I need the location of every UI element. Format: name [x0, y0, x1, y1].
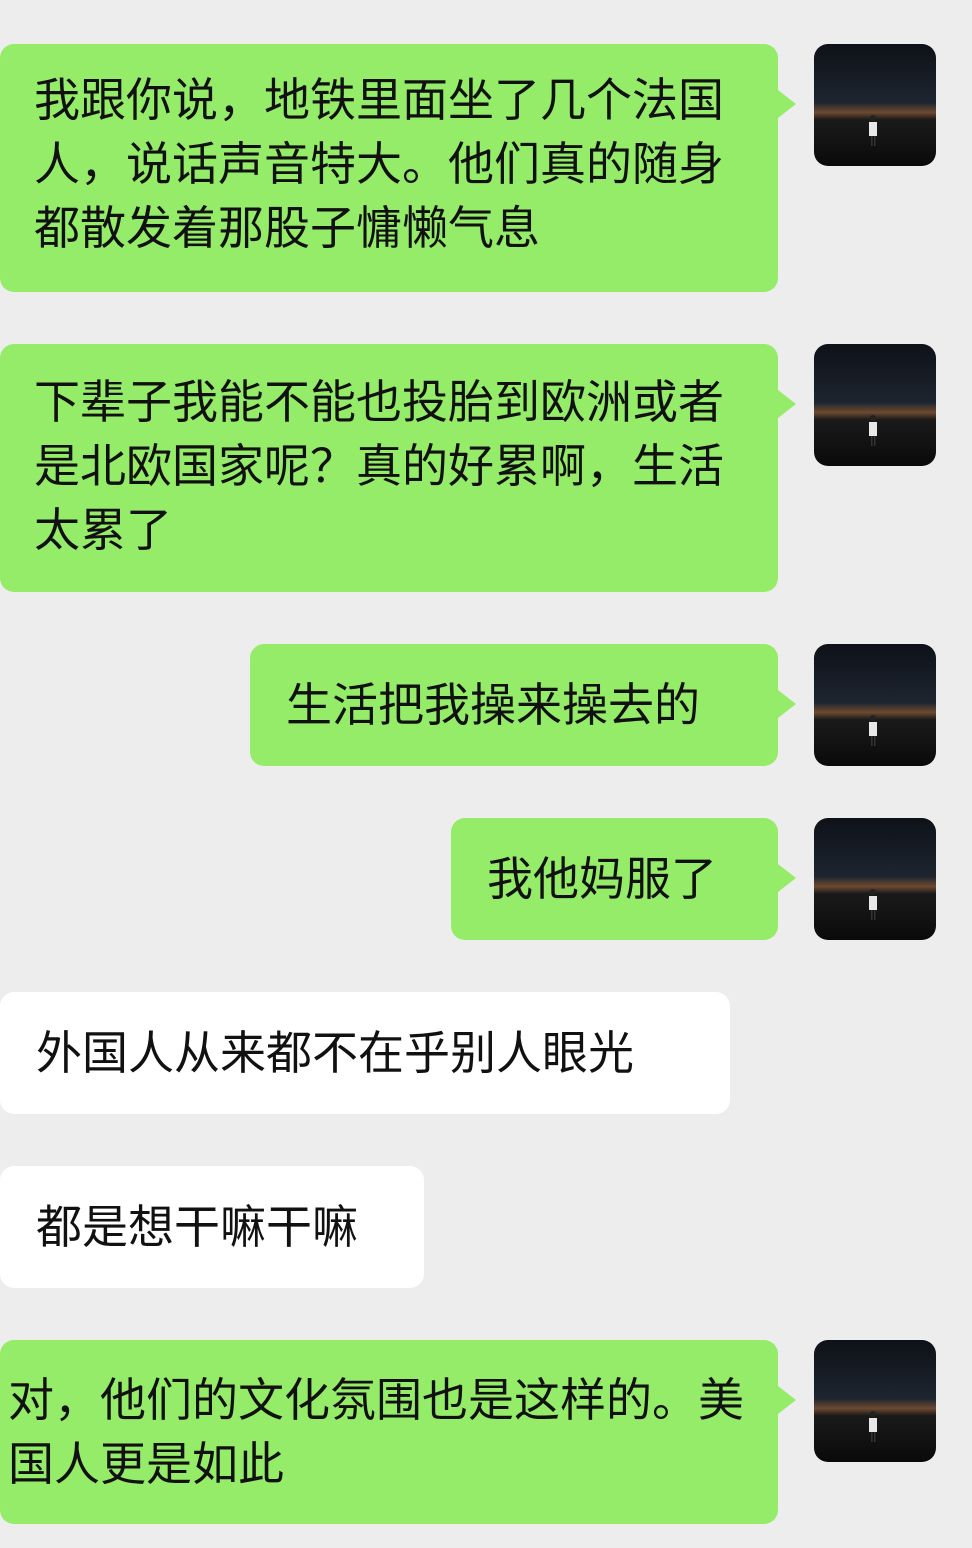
night-sky-figure-avatar-icon: [814, 818, 936, 940]
bubble-tail: [778, 1386, 796, 1414]
night-sky-figure-avatar-icon: [814, 1340, 936, 1462]
message-text: 我跟你说，地铁里面坐了几个法国人，说话声音特大。他们真的随身都散发着那股子慵懒气…: [34, 73, 724, 255]
message-text: 都是想干嘛干嘛: [36, 1200, 358, 1254]
user-avatar[interactable]: [814, 644, 936, 766]
night-sky-figure-avatar-icon: [814, 644, 936, 766]
message-text: 对，他们的文化氛围也是这样的。美国人更是如此: [8, 1373, 744, 1491]
message-text: 下辈子我能不能也投胎到欧洲或者是北欧国家呢？真的好累啊，生活太累了: [34, 375, 724, 557]
message-text: 我他妈服了: [487, 852, 717, 906]
message-bubble[interactable]: 对，他们的文化氛围也是这样的。美国人更是如此: [0, 1340, 778, 1524]
message-text: 外国人从来都不在乎别人眼光: [36, 1026, 634, 1080]
night-sky-figure-avatar-icon: [814, 344, 936, 466]
bubble-tail: [778, 390, 796, 418]
night-sky-figure-avatar-icon: [814, 44, 936, 166]
user-avatar[interactable]: [814, 344, 936, 466]
user-avatar[interactable]: [814, 818, 936, 940]
user-avatar[interactable]: [814, 44, 936, 166]
bubble-tail: [778, 690, 796, 718]
message-text: 生活把我操来操去的: [286, 678, 700, 732]
message-bubble[interactable]: 我他妈服了: [451, 818, 778, 940]
bubble-tail: [778, 90, 796, 118]
message-bubble[interactable]: 下辈子我能不能也投胎到欧洲或者是北欧国家呢？真的好累啊，生活太累了: [0, 344, 778, 592]
bubble-tail: [778, 864, 796, 892]
message-bubble[interactable]: 外国人从来都不在乎别人眼光: [0, 992, 730, 1114]
message-bubble[interactable]: 我跟你说，地铁里面坐了几个法国人，说话声音特大。他们真的随身都散发着那股子慵懒气…: [0, 44, 778, 292]
message-bubble[interactable]: 都是想干嘛干嘛: [0, 1166, 424, 1288]
message-bubble[interactable]: 生活把我操来操去的: [250, 644, 778, 766]
user-avatar[interactable]: [814, 1340, 936, 1462]
